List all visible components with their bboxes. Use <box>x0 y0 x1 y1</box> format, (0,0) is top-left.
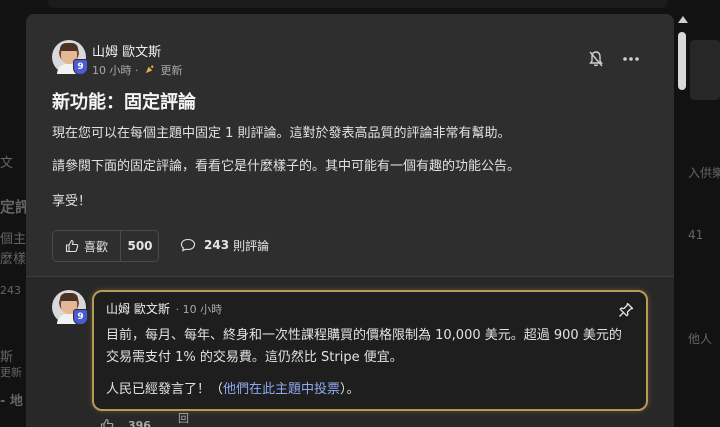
post-paragraph: 現在您可以在每個主題中固定 1 則評論。這對於發表高品質的評論非常有幫助。 <box>52 126 511 141</box>
pinned-comment: 山姆 歐文斯 · 10 小時 目前，每月、每年、終身和一次性課程購買的價格限制為… <box>92 290 648 411</box>
thumbs-up-icon <box>65 239 79 253</box>
comment-bubble-icon <box>180 238 196 252</box>
post-author-name[interactable]: 山姆 歐文斯 <box>92 41 161 60</box>
post-paragraph: 請參閱下面的固定評論，看看它是什麼樣子的。其中可能有一個有趣的功能公告。 <box>52 159 521 174</box>
more-options-icon[interactable] <box>622 50 640 68</box>
comment-header: 山姆 歐文斯 · 10 小時 <box>106 300 222 317</box>
like-count[interactable]: 500 <box>121 231 159 261</box>
comment-count: 243 <box>204 238 230 252</box>
comment-text-prefix: 人民已經發言了！（ <box>106 382 224 397</box>
comment-label: 則評論 <box>233 238 270 253</box>
scroll-up-arrow-icon[interactable] <box>678 16 688 23</box>
comment-like-row: 396 <box>100 418 151 427</box>
post-meta: 10 小時 · 更新 <box>92 64 183 77</box>
post-modal: 9 山姆 歐文斯 10 小時 · 更新 新功能：固定評論 現在您可以在每個主題中… <box>26 14 674 427</box>
reply-fragment[interactable]: 回 <box>178 410 189 426</box>
post-title: 新功能：固定評論 <box>52 92 196 113</box>
comment-text-suffix: ）。 <box>340 382 360 397</box>
comments-button[interactable]: 243 則評論 <box>180 230 269 260</box>
comment-thumbs-up-icon[interactable] <box>100 418 114 427</box>
comment-like-count: 396 <box>128 418 151 427</box>
comment-time: · 10 小時 <box>175 303 223 316</box>
updated-icon <box>145 65 154 74</box>
pin-icon[interactable] <box>618 302 634 318</box>
vote-thread-link[interactable]: 他們在此主題中投票 <box>223 382 340 397</box>
level-badge: 9 <box>73 59 88 75</box>
updated-label: 更新 <box>160 64 183 77</box>
like-group: 喜歡 500 <box>52 230 159 262</box>
comment-level-badge: 9 <box>73 309 88 325</box>
like-label: 喜歡 <box>84 239 109 254</box>
post-time: 10 小時 <box>92 64 132 77</box>
comment-text-line: 人民已經發言了！（他們在此主題中投票）。 <box>106 378 360 397</box>
comment-text-line: 目前，每月、每年、終身和一次性課程購買的價格限制為 10,000 美元。超過 9… <box>106 328 622 343</box>
comment-text-line: 交易需支付 1% 的交易費。這仍然比 Stripe 便宜。 <box>106 350 403 365</box>
post-paragraph: 享受！ <box>52 194 92 209</box>
comment-author-name[interactable]: 山姆 歐文斯 <box>106 302 170 316</box>
scroll-thumb[interactable] <box>678 32 686 90</box>
notification-bell-icon[interactable] <box>588 50 604 68</box>
like-button[interactable]: 喜歡 <box>53 231 120 261</box>
modal-scrollbar[interactable] <box>676 14 688 427</box>
